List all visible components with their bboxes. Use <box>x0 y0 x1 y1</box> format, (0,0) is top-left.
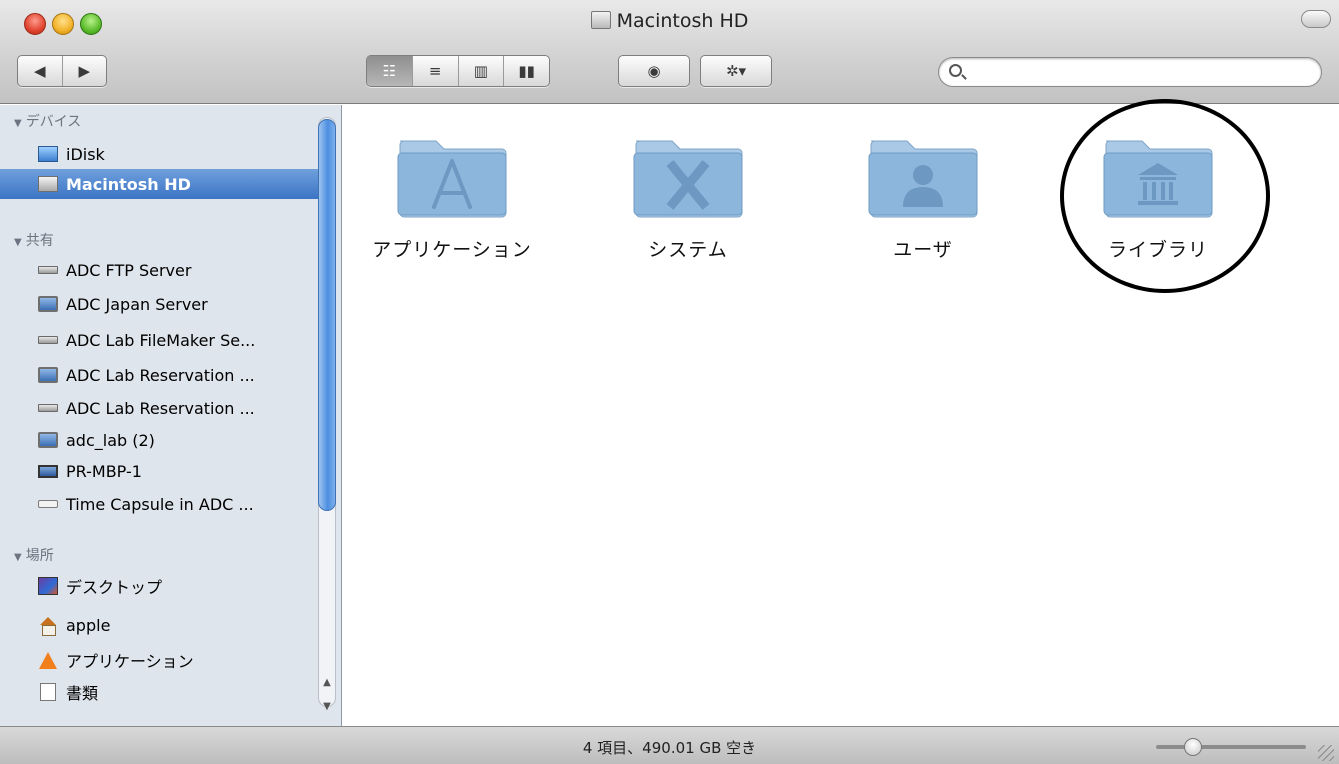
finder-window: Macintosh HD ◀ ▶ ☷ ≡ ▥ ▮▮ ◉ ✲▾ ▼ デバイス iDi… <box>0 0 1339 764</box>
window-title: Macintosh HD <box>0 10 1339 32</box>
server-icon <box>38 336 58 344</box>
icon-view-button[interactable]: ☷ <box>367 56 413 86</box>
sidebar-section-devices[interactable]: ▼ デバイス <box>14 111 81 131</box>
search-input[interactable] <box>971 61 1311 83</box>
resize-grip-icon[interactable] <box>1318 745 1334 761</box>
search-field[interactable] <box>938 57 1322 87</box>
folder-label: システム <box>648 239 728 261</box>
home-icon <box>38 617 58 636</box>
action-menu-button[interactable]: ✲▾ <box>700 55 772 87</box>
sidebar: ▼ デバイス iDisk Macintosh HD ▼ 共有 ADC FTP Ser… <box>0 105 342 726</box>
desktop-icon <box>38 577 58 595</box>
sidebar-item-adc-lab-filemaker[interactable]: ADC Lab FileMaker Se... <box>0 325 318 355</box>
sidebar-item-adc-lab-2[interactable]: adc_lab (2) <box>0 425 318 455</box>
window-title-text: Macintosh HD <box>616 10 749 32</box>
sidebar-item-home[interactable]: apple <box>0 610 318 640</box>
sidebar-item-desktop[interactable]: デスクトップ <box>0 571 318 601</box>
monitor-icon <box>38 432 58 448</box>
toolbar: Macintosh HD ◀ ▶ ☷ ≡ ▥ ▮▮ ◉ ✲▾ <box>0 0 1339 104</box>
applications-folder-icon <box>397 140 507 218</box>
disclosure-triangle-icon: ▼ <box>14 118 22 129</box>
sidebar-item-macintosh-hd[interactable]: Macintosh HD <box>0 169 318 199</box>
search-icon <box>949 64 962 77</box>
sidebar-item-adc-lab-reservation-2[interactable]: ADC Lab Reservation ... <box>0 393 318 423</box>
sidebar-item-applications[interactable]: アプリケーション <box>0 645 318 675</box>
monitor-icon <box>38 367 58 383</box>
documents-icon <box>40 683 56 701</box>
sidebar-item-adc-lab-reservation-1[interactable]: ADC Lab Reservation ... <box>0 360 318 390</box>
status-text: 4 項目、490.01 GB 空き <box>582 739 757 757</box>
view-mode-buttons: ☷ ≡ ▥ ▮▮ <box>366 55 550 87</box>
folder-label: ユーザ <box>893 239 953 261</box>
gear-icon: ✲▾ <box>725 62 747 80</box>
idisk-icon <box>38 146 58 162</box>
grid-icon: ☷ <box>382 62 397 80</box>
file-browser-content: アプリケーション システム ユーザ ライブラリ <box>343 105 1339 726</box>
time-capsule-icon <box>38 500 58 508</box>
server-icon <box>38 266 58 274</box>
users-folder-icon <box>868 140 978 218</box>
eye-icon: ◉ <box>647 62 661 80</box>
list-view-button[interactable]: ≡ <box>413 56 459 86</box>
toolbar-toggle-button[interactable] <box>1301 10 1331 28</box>
disclosure-triangle-icon: ▼ <box>14 237 22 248</box>
coverflow-icon: ▮▮ <box>518 62 535 80</box>
back-button[interactable]: ◀ <box>18 56 63 86</box>
navigation-buttons: ◀ ▶ <box>17 55 107 87</box>
folder-label: ライブラリ <box>1107 239 1208 261</box>
library-folder-icon <box>1103 140 1213 218</box>
status-bar: 4 項目、490.01 GB 空き <box>0 726 1339 764</box>
sidebar-section-shared[interactable]: ▼ 共有 <box>14 230 54 250</box>
icon-size-slider-knob[interactable] <box>1184 738 1202 756</box>
sidebar-item-idisk[interactable]: iDisk <box>0 139 318 169</box>
folder-item-applications[interactable]: アプリケーション <box>352 131 552 262</box>
icon-size-slider-track[interactable] <box>1156 745 1306 749</box>
sidebar-item-documents[interactable]: 書類 <box>0 677 318 707</box>
sidebar-item-adc-japan-server[interactable]: ADC Japan Server <box>0 289 318 319</box>
disclosure-triangle-icon: ▼ <box>14 552 22 563</box>
folder-item-users[interactable]: ユーザ <box>823 131 1023 262</box>
sidebar-scrollbar-thumb[interactable] <box>318 119 336 511</box>
column-view-button[interactable]: ▥ <box>459 56 505 86</box>
forward-button[interactable]: ▶ <box>63 56 107 86</box>
quick-look-button[interactable]: ◉ <box>618 55 690 87</box>
folder-item-library[interactable]: ライブラリ <box>1058 131 1258 262</box>
sidebar-item-time-capsule[interactable]: Time Capsule in ADC ... <box>0 489 318 519</box>
hard-disk-icon <box>38 176 58 192</box>
columns-icon: ▥ <box>473 62 488 80</box>
back-icon: ◀ <box>33 62 46 80</box>
applications-icon <box>38 652 58 669</box>
system-folder-icon <box>633 140 743 218</box>
scroll-up-icon[interactable]: ▲ <box>320 671 334 695</box>
sidebar-item-adc-ftp-server[interactable]: ADC FTP Server <box>0 255 318 285</box>
monitor-icon <box>38 296 58 312</box>
list-icon: ≡ <box>428 62 442 80</box>
server-icon <box>38 404 58 412</box>
laptop-icon <box>38 464 58 478</box>
hard-disk-icon <box>590 11 611 29</box>
folder-label: アプリケーション <box>372 239 532 261</box>
sidebar-item-pr-mbp-1[interactable]: PR-MBP-1 <box>0 456 318 486</box>
folder-item-system[interactable]: システム <box>588 131 788 262</box>
sidebar-scroll-arrows[interactable]: ▲ ▼ <box>320 671 334 719</box>
scroll-down-icon[interactable]: ▼ <box>320 695 334 719</box>
forward-icon: ▶ <box>78 62 91 80</box>
sidebar-section-places[interactable]: ▼ 場所 <box>14 545 54 565</box>
coverflow-view-button[interactable]: ▮▮ <box>504 56 549 86</box>
